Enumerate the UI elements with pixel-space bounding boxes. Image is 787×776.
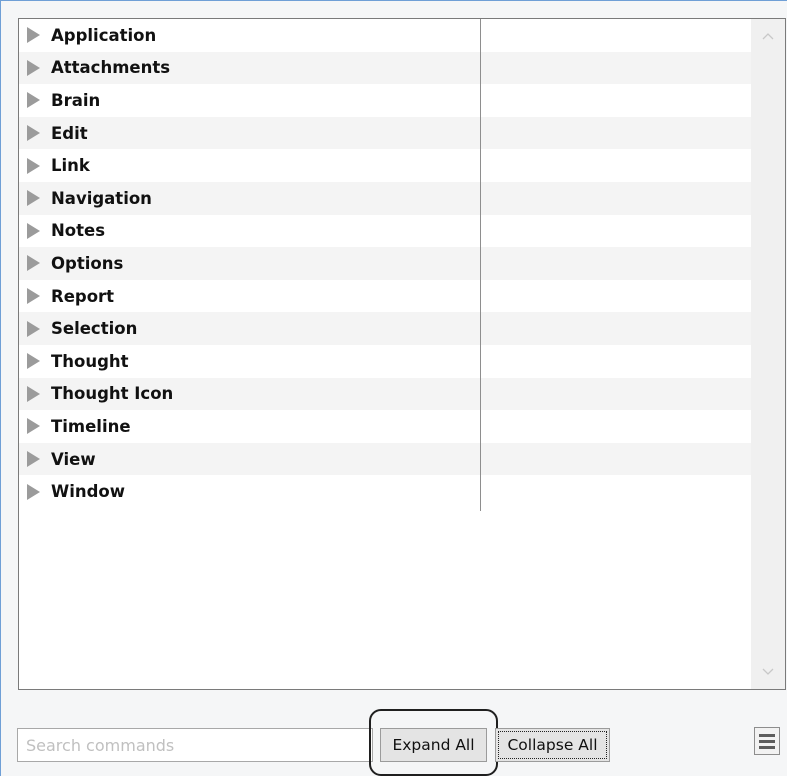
expand-all-button[interactable]: Expand All bbox=[380, 728, 487, 762]
triangle-right-icon[interactable] bbox=[27, 255, 40, 272]
command-browser-window: Application Attachments Brain Edit Link … bbox=[0, 0, 787, 776]
tree-item-label: Attachments bbox=[51, 58, 171, 78]
tree-item-view[interactable]: View bbox=[19, 442, 751, 476]
collapse-all-button[interactable]: Collapse All bbox=[495, 728, 610, 762]
tree-item-label: Edit bbox=[51, 123, 88, 143]
chevron-down-icon[interactable] bbox=[751, 655, 785, 689]
vertical-scrollbar[interactable] bbox=[751, 19, 785, 689]
tree-item-label: Options bbox=[51, 253, 124, 273]
tree-item-label: Application bbox=[51, 25, 157, 45]
tree-item-edit[interactable]: Edit bbox=[19, 116, 751, 150]
tree-item-brain[interactable]: Brain bbox=[19, 84, 751, 117]
triangle-right-icon[interactable] bbox=[27, 59, 40, 76]
tree-item-label: Brain bbox=[51, 90, 101, 110]
triangle-right-icon[interactable] bbox=[27, 222, 40, 239]
tree-item-thought[interactable]: Thought bbox=[19, 345, 751, 378]
triangle-right-icon[interactable] bbox=[27, 125, 40, 142]
tree-item-label: Timeline bbox=[51, 416, 131, 436]
tree-item-label: Report bbox=[51, 286, 115, 306]
triangle-right-icon[interactable] bbox=[27, 92, 40, 109]
tree-item-navigation[interactable]: Navigation bbox=[19, 181, 751, 215]
tree-item-thought-icon[interactable]: Thought Icon bbox=[19, 377, 751, 411]
chevron-up-icon[interactable] bbox=[751, 19, 785, 53]
menu-bar bbox=[759, 739, 775, 743]
tree-item-notes[interactable]: Notes bbox=[19, 215, 751, 248]
search-commands-input[interactable] bbox=[17, 728, 373, 762]
menu-bar bbox=[759, 745, 775, 749]
command-tree-list: Application Attachments Brain Edit Link … bbox=[19, 19, 751, 508]
triangle-right-icon[interactable] bbox=[27, 483, 40, 500]
triangle-right-icon[interactable] bbox=[27, 288, 40, 305]
triangle-right-icon[interactable] bbox=[27, 353, 40, 370]
tree-item-attachments[interactable]: Attachments bbox=[19, 51, 751, 85]
tree-item-application[interactable]: Application bbox=[19, 19, 751, 52]
tree-item-options[interactable]: Options bbox=[19, 247, 751, 280]
tree-item-timeline[interactable]: Timeline bbox=[19, 410, 751, 443]
command-tree-panel: Application Attachments Brain Edit Link … bbox=[18, 18, 786, 690]
triangle-right-icon[interactable] bbox=[27, 320, 40, 337]
tree-item-label: View bbox=[51, 449, 96, 469]
tree-item-report[interactable]: Report bbox=[19, 280, 751, 313]
triangle-right-icon[interactable] bbox=[27, 190, 40, 207]
tree-item-selection[interactable]: Selection bbox=[19, 312, 751, 345]
triangle-right-icon[interactable] bbox=[27, 385, 40, 402]
tree-item-label: Navigation bbox=[51, 188, 152, 208]
tree-item-label: Selection bbox=[51, 319, 138, 339]
hamburger-menu-icon[interactable] bbox=[754, 727, 780, 755]
triangle-right-icon[interactable] bbox=[27, 157, 40, 174]
tree-item-label: Window bbox=[51, 482, 125, 502]
column-divider[interactable] bbox=[480, 19, 481, 511]
triangle-right-icon[interactable] bbox=[27, 418, 40, 435]
tree-item-window[interactable]: Window bbox=[19, 475, 751, 508]
tree-item-label: Notes bbox=[51, 221, 106, 241]
tree-item-label: Thought Icon bbox=[51, 384, 174, 404]
triangle-right-icon[interactable] bbox=[27, 451, 40, 468]
tree-item-label: Link bbox=[51, 156, 90, 176]
tree-item-link[interactable]: Link bbox=[19, 149, 751, 182]
tree-item-label: Thought bbox=[51, 351, 129, 371]
menu-bar bbox=[759, 733, 775, 737]
triangle-right-icon[interactable] bbox=[27, 27, 40, 44]
